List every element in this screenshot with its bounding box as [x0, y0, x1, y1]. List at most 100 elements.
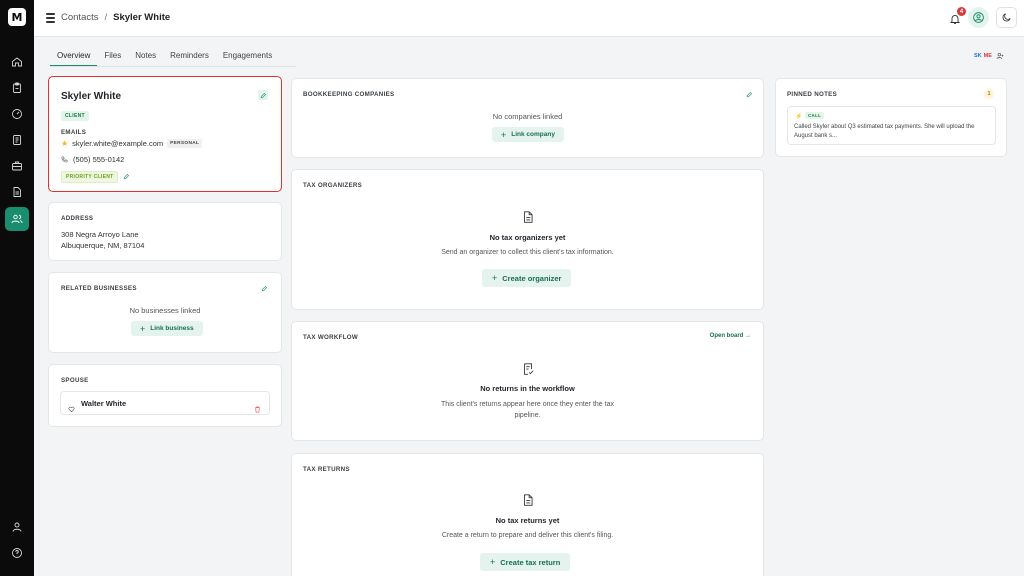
address-line-1: 308 Negra Arroyo Lane [61, 230, 139, 239]
user-initials-2: ME [983, 53, 992, 59]
breadcrumb: Contacts / Skyler White [61, 12, 170, 23]
note-type-badge: CALL [805, 112, 825, 119]
phone-icon [61, 156, 68, 163]
spouse-label: SPOUSE [61, 377, 89, 384]
workflow-desc-line-2: pipeline. [514, 411, 541, 419]
lightning-icon: ⚡ [795, 114, 803, 120]
contact-tabs: Overview Files Notes Reminders Engagemen… [50, 46, 279, 66]
no-organizers-title: No tax organizers yet [489, 233, 566, 242]
home-icon[interactable] [0, 50, 34, 74]
user-circle-icon [973, 12, 984, 23]
spouse-row[interactable]: Walter White [60, 391, 270, 415]
edit-tags-icon[interactable] [121, 171, 131, 181]
related-businesses-label: RELATED BUSINESSES [61, 285, 137, 292]
link-company-label: Link company [511, 131, 555, 138]
pinned-notes-card: PINNED NOTES 1 ⚡ CALL Called Skyler abou… [775, 78, 1007, 157]
no-tax-returns-description: Create a return to prepare and deliver t… [441, 532, 614, 539]
link-business-label: Link business [150, 325, 194, 332]
create-organizer-label: Create organizer [502, 273, 562, 283]
top-bar: Contacts / Skyler White 4 [34, 0, 1024, 37]
document-icon [521, 493, 535, 507]
spouse-card: SPOUSE Walter White [48, 364, 282, 427]
notifications-button[interactable]: 4 [949, 7, 966, 24]
phone-number[interactable]: (505) 555-0142 [73, 155, 124, 164]
notification-count-badge: 4 [957, 7, 966, 16]
address-card: ADDRESS 308 Negra Arroyo Lane Albuquerqu… [48, 202, 282, 261]
plus-icon: + [492, 273, 498, 283]
workflow-desc-line-1: This client's returns appear here once t… [441, 401, 614, 408]
contact-name: Skyler White [61, 91, 122, 102]
help-icon[interactable] [0, 541, 34, 565]
tabs-divider [50, 66, 296, 67]
bookkeeping-label: BOOKKEEPING COMPANIES [303, 91, 395, 98]
no-workflow-returns-description: This client's returns appear here once t… [292, 400, 763, 421]
pinned-notes-label: PINNED NOTES [787, 91, 838, 98]
link-company-button[interactable]: + Link company [492, 127, 564, 142]
app-logo[interactable]: M [8, 8, 26, 26]
menu-icon[interactable] [46, 13, 55, 23]
account-icon[interactable] [0, 515, 34, 539]
tab-overview[interactable]: Overview [50, 46, 98, 66]
tax-returns-card: TAX RETURNS No tax returns yet Create a … [291, 453, 764, 576]
plus-icon: + [501, 129, 507, 140]
user-initials-1: SK [974, 53, 982, 59]
star-icon: ★ [61, 139, 69, 148]
create-tax-return-label: Create tax return [500, 557, 561, 567]
contact-profile-card: Skyler White CLIENT EMAILS ★ skyler.whit… [48, 76, 282, 192]
pinned-note-item[interactable]: ⚡ CALL Called Skyler about Q3 estimated … [787, 106, 996, 145]
left-rail: M [0, 0, 34, 576]
no-tax-returns-title: No tax returns yet [495, 516, 560, 525]
edit-bookkeeping-icon[interactable] [744, 89, 754, 99]
phone-row: (505) 555-0142 [61, 155, 124, 164]
edit-contact-icon[interactable] [258, 90, 268, 100]
assigned-users[interactable]: SK ME [974, 52, 1004, 60]
tab-reminders[interactable]: Reminders [163, 46, 216, 66]
emails-label: EMAILS [61, 129, 87, 136]
tax-organizers-label: TAX ORGANIZERS [303, 182, 363, 189]
plus-icon: + [490, 557, 496, 567]
no-companies-text: No companies linked [492, 112, 563, 121]
breadcrumb-current: Skyler White [113, 12, 171, 23]
trash-icon[interactable] [254, 400, 261, 413]
create-tax-return-button[interactable]: + Create tax return [480, 553, 571, 571]
add-user-icon [996, 53, 1004, 60]
theme-toggle-button[interactable] [996, 7, 1017, 28]
pinned-notes-count: 1 [984, 89, 994, 99]
logo-letter: M [11, 10, 23, 24]
breadcrumb-contacts[interactable]: Contacts [61, 12, 99, 23]
bookkeeping-companies-card: BOOKKEEPING COMPANIES No companies linke… [291, 78, 764, 158]
address-line-2: Albuquerque, NM, 87104 [61, 240, 145, 250]
tax-organizers-card: TAX ORGANIZERS No tax organizers yet Sen… [291, 169, 764, 310]
document-icon [521, 210, 535, 224]
email-address[interactable]: skyler.white@example.com [72, 139, 163, 148]
client-type-badge: CLIENT [61, 111, 89, 121]
document-check-icon [521, 362, 535, 376]
checklist-icon[interactable] [0, 128, 34, 152]
no-workflow-returns-title: No returns in the workflow [480, 384, 575, 393]
tax-workflow-label: TAX WORKFLOW [303, 334, 359, 341]
tab-engagements[interactable]: Engagements [216, 46, 279, 66]
clipboard-icon[interactable] [0, 76, 34, 100]
no-organizers-description: Send an organizer to collect this client… [441, 249, 614, 256]
edit-related-businesses-icon[interactable] [259, 283, 269, 293]
document-icon[interactable] [0, 180, 34, 204]
users-icon[interactable] [5, 207, 29, 231]
email-row: ★ skyler.white@example.com PERSONAL [61, 139, 203, 148]
tab-notes[interactable]: Notes [128, 46, 163, 66]
tax-returns-label: TAX RETURNS [303, 466, 350, 473]
link-business-button[interactable]: + Link business [131, 321, 203, 336]
priority-client-tag: PRIORITY CLIENT [61, 171, 119, 183]
profile-avatar-button[interactable] [968, 7, 989, 28]
heart-icon [68, 400, 75, 413]
plus-icon: + [140, 323, 146, 334]
create-organizer-button[interactable]: + Create organizer [482, 269, 572, 287]
moon-icon [1002, 13, 1011, 22]
tab-files[interactable]: Files [97, 46, 128, 66]
breadcrumb-separator: / [104, 12, 108, 23]
dashboard-icon[interactable] [0, 102, 34, 126]
briefcase-icon[interactable] [0, 154, 34, 178]
no-businesses-text: No businesses linked [129, 306, 201, 315]
related-businesses-card: RELATED BUSINESSES No businesses linked … [48, 272, 282, 353]
spouse-name[interactable]: Walter White [81, 399, 126, 408]
open-board-link[interactable]: Open board → [710, 333, 751, 339]
